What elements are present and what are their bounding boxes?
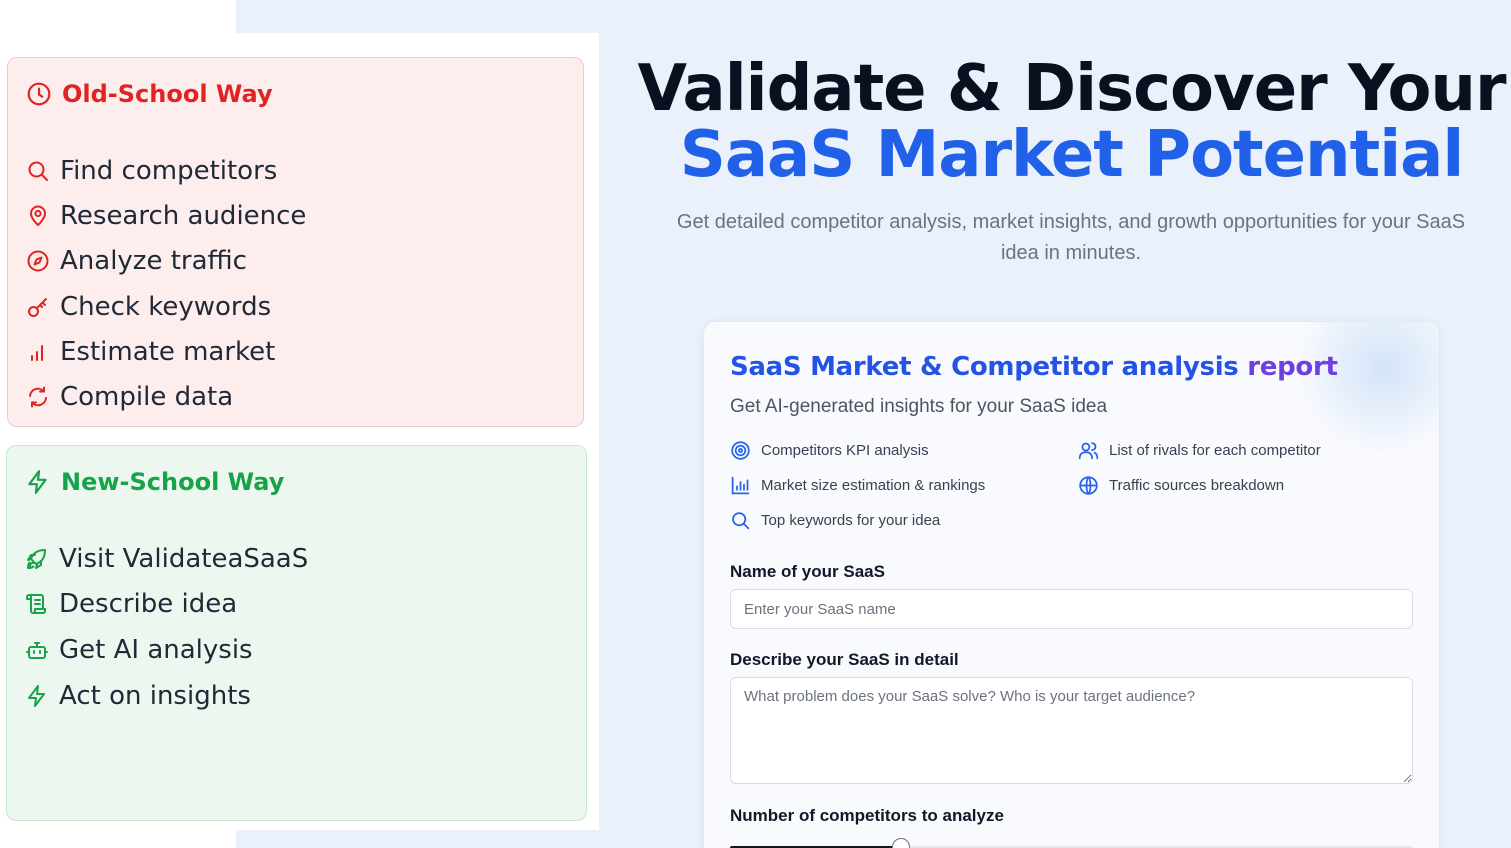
bottom-strip (0, 830, 236, 848)
step-label: Estimate market (60, 336, 276, 367)
new-school-card: New-School Way Visit ValidateaSaaS Descr… (6, 445, 587, 821)
slider-thumb[interactable] (891, 838, 910, 848)
step-label: Act on insights (59, 680, 251, 711)
step-label: Describe idea (59, 589, 238, 620)
list-item: Estimate market (26, 329, 306, 374)
list-item: Compile data (26, 374, 306, 419)
step-label: Compile data (60, 382, 234, 413)
map-pin-icon (29, 205, 47, 227)
scroll-icon (26, 594, 46, 615)
step-label: Get AI analysis (59, 634, 253, 665)
analysis-form-card: SaaS Market & Competitor analysis report… (703, 321, 1440, 848)
list-item: Check keywords (26, 284, 306, 329)
saas-description-label: Describe your SaaS in detail (730, 650, 959, 669)
list-item: Get AI analysis (25, 627, 308, 673)
saas-name-input[interactable] (730, 589, 1413, 629)
feature-label: Competitors KPI analysis (761, 442, 929, 459)
bar-chart-icon (31, 344, 43, 361)
feature-label: List of rivals for each competitor (1109, 442, 1321, 459)
step-label: Check keywords (60, 291, 272, 322)
feature-item: Competitors KPI analysis (730, 440, 929, 461)
old-school-title: Old-School Way (62, 80, 273, 108)
top-strip (0, 0, 236, 33)
key-icon (28, 297, 47, 317)
hero-title-line1: Validate & Discover Your (637, 52, 1506, 126)
robot-icon (26, 641, 48, 659)
lightning-icon (28, 684, 45, 707)
step-label: Research audience (60, 200, 307, 231)
compass-icon (27, 250, 49, 272)
list-item: Act on insights (25, 673, 308, 719)
new-school-steps: Visit ValidateaSaaS Describe idea Get AI… (25, 536, 308, 718)
saas-description-textarea[interactable] (730, 677, 1413, 784)
saas-name-label: Name of your SaaS (730, 562, 885, 581)
hero-subtitle: Get detailed competitor analysis, market… (676, 211, 1466, 264)
form-title: SaaS Market & Competitor analysis report (730, 352, 1338, 382)
search-icon (732, 512, 750, 530)
feature-item: List of rivals for each competitor (1078, 440, 1321, 461)
new-school-heading: New-School Way (25, 468, 284, 496)
form-title-main: SaaS Market & Competitor analysis (730, 352, 1239, 382)
form-subtitle: Get AI-generated insights for your SaaS … (730, 396, 1108, 417)
feature-label: Traffic sources breakdown (1109, 477, 1285, 494)
competitors-count-label: Number of competitors to analyze (730, 806, 1004, 825)
feature-item: Traffic sources breakdown (1078, 475, 1284, 496)
refresh-icon (29, 386, 47, 408)
card-glow (1289, 322, 1439, 452)
old-school-card: Old-School Way Find competitors Research… (7, 57, 584, 427)
old-school-steps: Find competitors Research audience Analy… (26, 148, 306, 420)
new-school-title: New-School Way (61, 468, 285, 496)
target-icon (731, 441, 750, 460)
list-item: Visit ValidateaSaaS (25, 536, 308, 582)
feature-label: Top keywords for your idea (761, 512, 941, 529)
list-item: Research audience (26, 193, 306, 238)
search-icon (28, 161, 48, 181)
old-school-heading: Old-School Way (26, 80, 273, 108)
rocket-icon (27, 548, 46, 569)
users-icon (1078, 442, 1099, 460)
list-item: Describe idea (25, 582, 308, 628)
globe-icon (1079, 476, 1098, 495)
step-label: Find competitors (60, 155, 278, 186)
step-label: Visit ValidateaSaaS (59, 543, 309, 574)
list-item: Analyze traffic (26, 239, 306, 284)
feature-label: Market size estimation & rankings (761, 477, 986, 494)
form-title-end: report (1247, 352, 1338, 382)
feature-item: Top keywords for your idea (730, 510, 940, 531)
feature-item: Market size estimation & rankings (730, 475, 985, 496)
step-label: Analyze traffic (60, 246, 247, 277)
clock-icon (27, 82, 51, 106)
list-item: Find competitors (26, 148, 306, 193)
hero-title-line2: SaaS Market Potential (679, 118, 1465, 192)
lightning-icon (28, 470, 47, 494)
bar-chart-icon (731, 476, 750, 495)
